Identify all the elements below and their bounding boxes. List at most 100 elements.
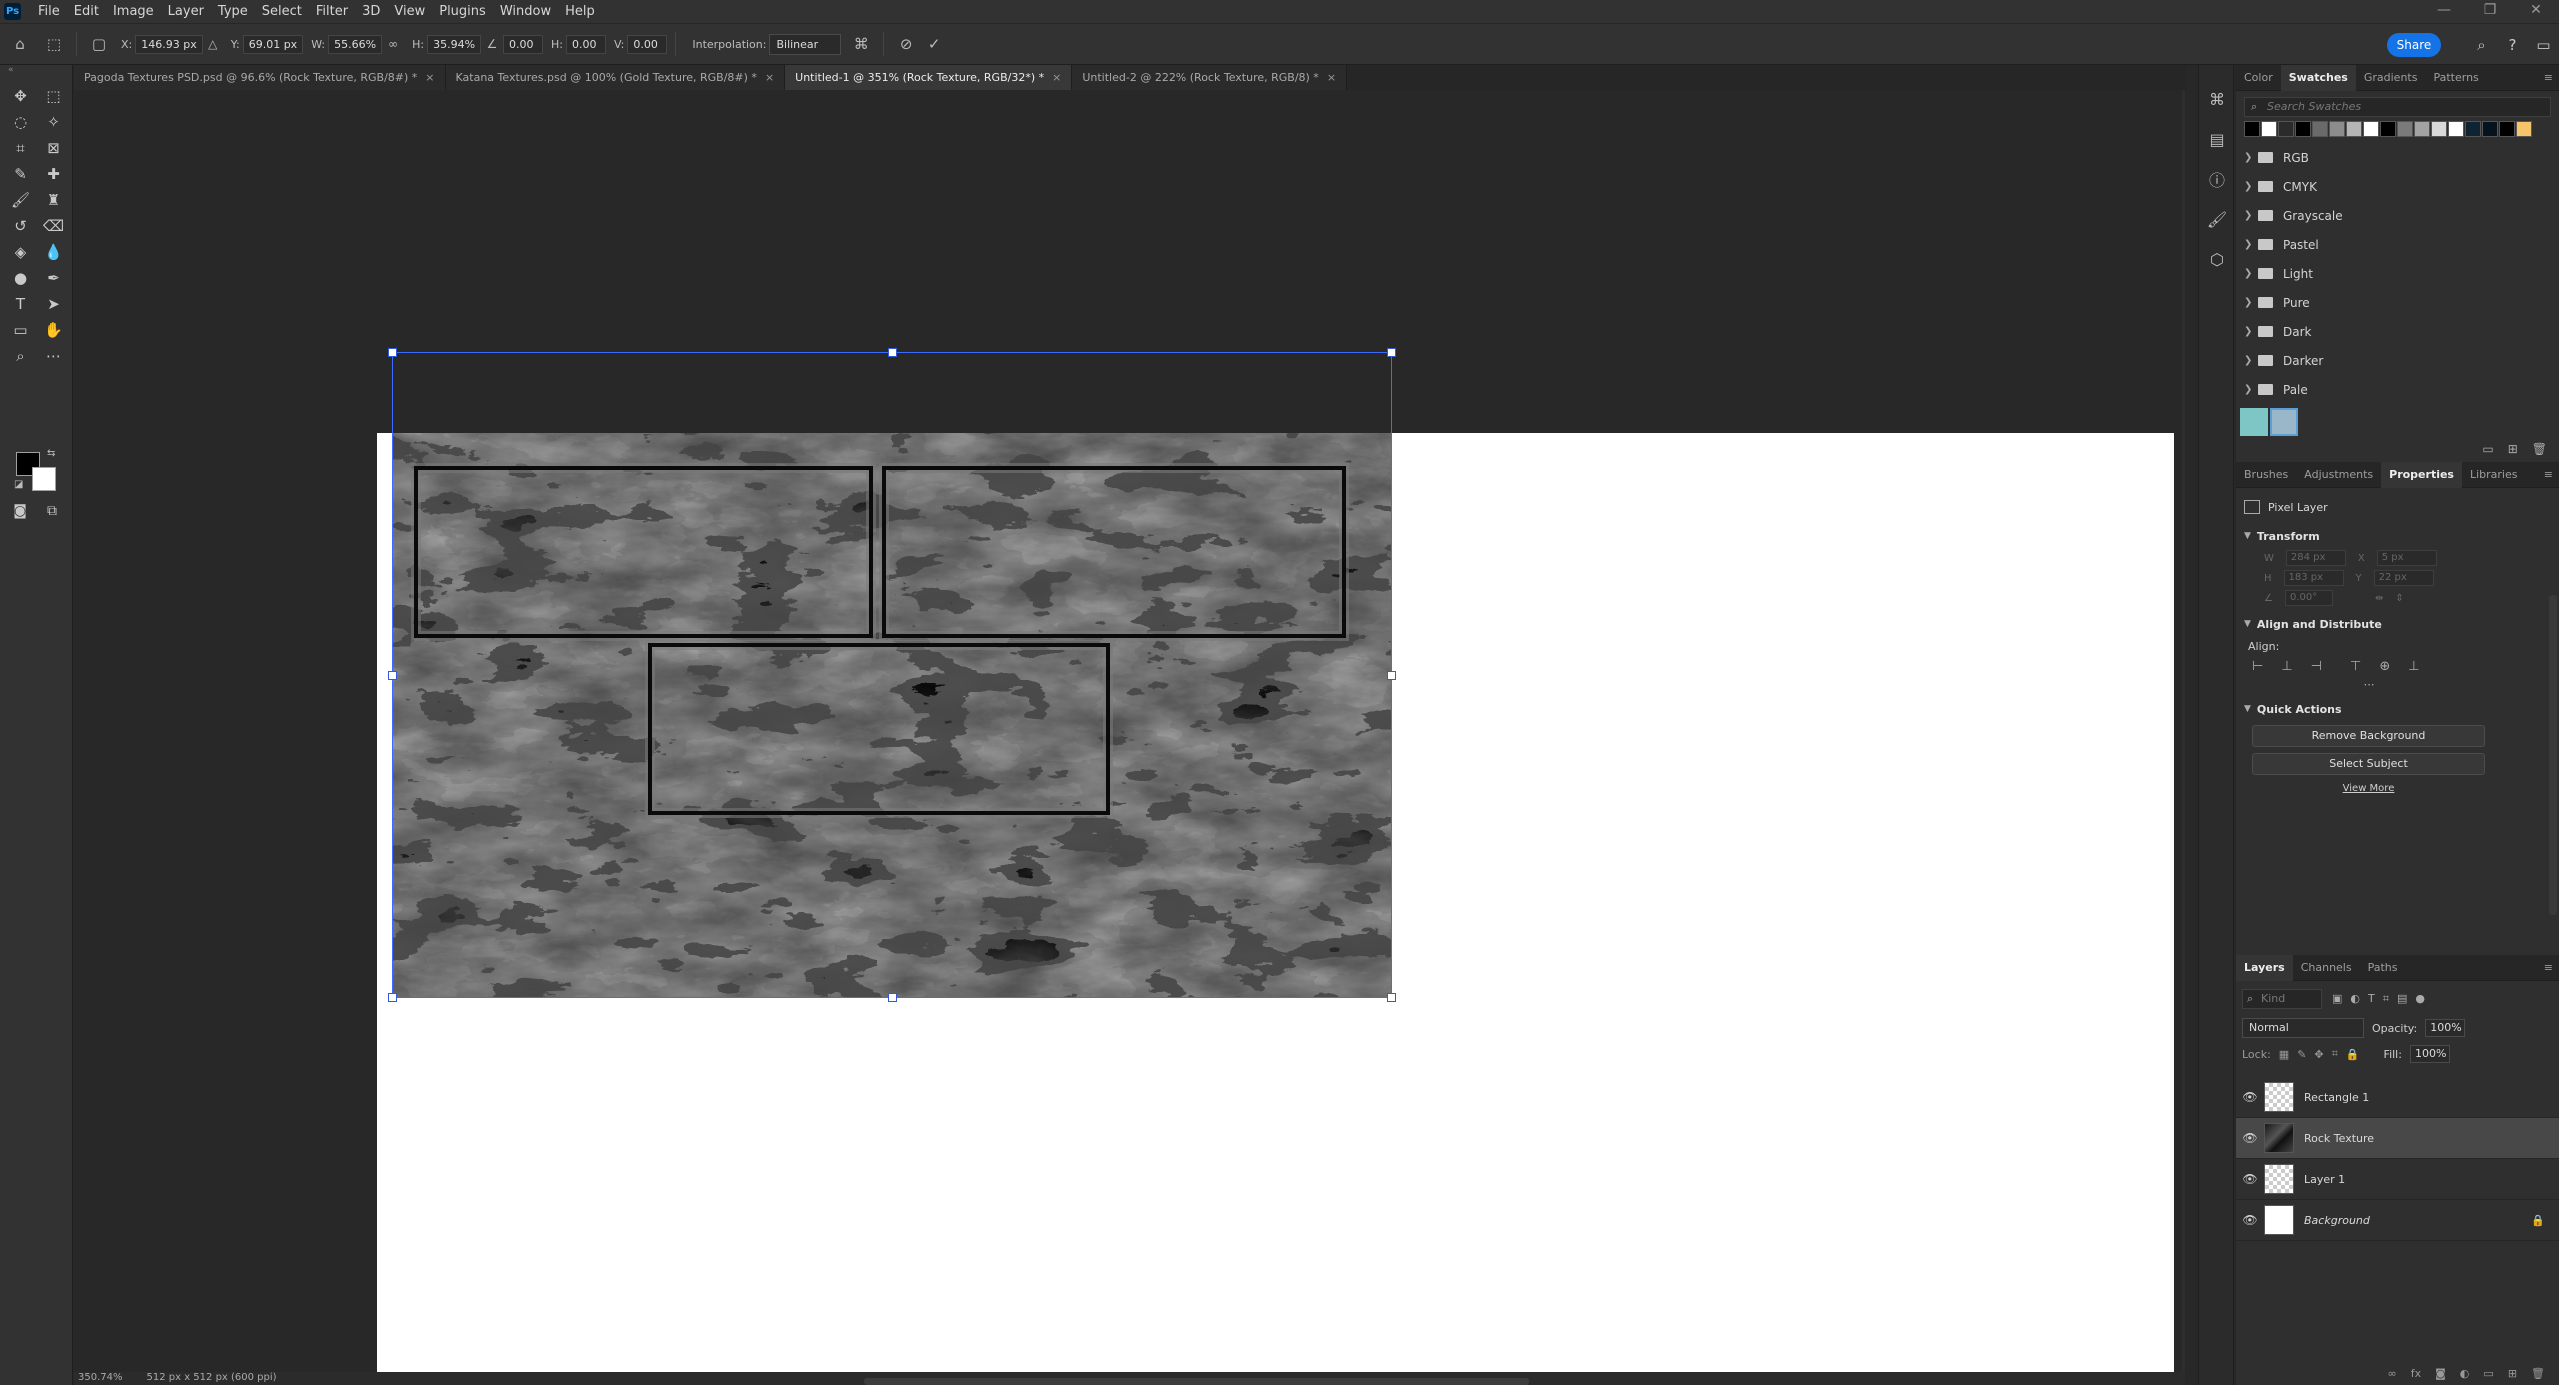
frame-tool-icon[interactable]: ⊠ (37, 135, 70, 161)
filter-toggle-icon[interactable]: ● (2415, 992, 2425, 1006)
tab-katana-textures[interactable]: Katana Textures.psd @ 100% (Gold Texture… (445, 65, 786, 90)
transform-handle-right[interactable] (1387, 671, 1396, 680)
filter-pixel-icon[interactable]: ▣ (2332, 992, 2342, 1006)
delta-icon[interactable]: △ (203, 30, 223, 58)
align-right-icon[interactable]: ⊣ (2311, 659, 2322, 674)
swatch-search-input[interactable]: ⌕ Search Swatches (2244, 97, 2551, 117)
menu-type[interactable]: Type (211, 4, 255, 19)
filter-adjustment-icon[interactable]: ◐ (2350, 992, 2360, 1006)
visibility-eye-icon[interactable]: 👁 (2236, 1090, 2264, 1104)
new-group-icon[interactable]: ▭ (2482, 442, 2493, 456)
default-colors-icon[interactable]: ◪ (14, 479, 23, 490)
panel-menu-icon[interactable]: ≡ (2544, 462, 2553, 488)
fill-field[interactable]: 100% (2409, 1045, 2450, 1063)
y-field[interactable]: 69.01 px (242, 34, 304, 54)
background-color[interactable] (32, 467, 56, 491)
zoom-level[interactable]: 350.74% (78, 1372, 123, 1385)
delete-layer-icon[interactable]: 🗑 (2531, 1367, 2545, 1380)
brush-tool-icon[interactable]: 🖌 (4, 187, 37, 213)
menu-file[interactable]: File (31, 4, 67, 19)
menu-window[interactable]: Window (493, 4, 558, 19)
search-icon[interactable]: ⌕ (2466, 31, 2497, 59)
reference-point-icon[interactable]: ▢ (85, 30, 113, 58)
lock-all-icon[interactable]: 🔒 (2346, 1048, 2360, 1061)
swatch-folder-grayscale[interactable]: ❯ Grayscale (2236, 201, 2559, 230)
workspace-icon[interactable]: ▭ (2528, 31, 2559, 59)
layer-rectangle-1[interactable]: 👁 Rectangle 1 (2236, 1077, 2559, 1118)
tab-swatches[interactable]: Swatches (2280, 64, 2356, 91)
more-tools-icon[interactable]: ⋯ (37, 343, 70, 369)
quick-actions-section[interactable]: ▼ Quick Actions (2244, 699, 2551, 719)
visibility-eye-icon[interactable]: 👁 (2236, 1131, 2264, 1145)
vskew-field[interactable]: 0.00 (627, 34, 668, 54)
swatch-color[interactable] (2397, 121, 2413, 137)
swatch-color[interactable] (2516, 121, 2532, 137)
eyedropper-tool-icon[interactable]: ✎ (4, 161, 37, 187)
close-tab-icon[interactable]: × (765, 71, 774, 84)
menu-help[interactable]: Help (558, 4, 602, 19)
blur-tool-icon[interactable]: 💧 (37, 239, 70, 265)
warp-icon[interactable]: ⌘ (847, 30, 875, 58)
layer-style-icon[interactable]: fx (2411, 1367, 2421, 1380)
tool-preset-icon[interactable]: ⬚ (40, 30, 68, 58)
angle-field[interactable]: 0.00° (2284, 590, 2333, 606)
transform-handle-bottom-left[interactable] (388, 993, 397, 1002)
swatch-folder-darker[interactable]: ❯ Darker (2236, 346, 2559, 375)
transform-handle-bottom[interactable] (888, 993, 897, 1002)
swatch-folder-light[interactable]: ❯ Light (2236, 259, 2559, 288)
3d-panel-icon[interactable]: ⬡ (2199, 239, 2235, 279)
pen-tool-icon[interactable]: ✒ (37, 265, 70, 291)
new-group-icon[interactable]: ▭ (2483, 1367, 2493, 1380)
visibility-eye-icon[interactable]: 👁 (2236, 1213, 2264, 1227)
adjustment-layer-icon[interactable]: ◐ (2460, 1367, 2470, 1380)
panel-menu-icon[interactable]: ≡ (2544, 65, 2553, 91)
swatch-color[interactable] (2482, 121, 2498, 137)
crop-tool-icon[interactable]: ⌗ (4, 135, 37, 161)
swatch-folder-rgb[interactable]: ❯ RGB (2236, 143, 2559, 172)
tab-pagoda-textures[interactable]: Pagoda Textures PSD.psd @ 96.6% (Rock Te… (74, 65, 446, 90)
flip-vertical-icon[interactable]: ⇕ (2395, 593, 2403, 604)
hskew-field[interactable]: 0.00 (566, 34, 607, 54)
history-brush-tool-icon[interactable]: ↺ (4, 213, 37, 239)
menu-filter[interactable]: Filter (309, 4, 355, 19)
swatch-color[interactable] (2261, 121, 2277, 137)
transform-handle-bottom-right[interactable] (1387, 993, 1396, 1002)
tab-properties[interactable]: Properties (2381, 461, 2462, 488)
screen-mode-icon[interactable]: ⧉ (40, 500, 64, 522)
blend-mode-select[interactable]: Normal (2242, 1018, 2364, 1038)
stamp-tool-icon[interactable]: ♜ (37, 187, 70, 213)
recent-swatch-1[interactable] (2240, 408, 2268, 436)
menu-3d[interactable]: 3D (355, 4, 387, 19)
restore-icon[interactable]: ❐ (2467, 0, 2513, 23)
swatch-color[interactable] (2278, 121, 2294, 137)
interpolation-select[interactable]: Bilinear (769, 33, 842, 55)
zoom-tool-icon[interactable]: ⌕ (4, 343, 37, 369)
w-field[interactable]: 284 px (2285, 550, 2346, 566)
transform-handle-top-right[interactable] (1387, 348, 1396, 357)
help-icon[interactable]: ? (2497, 31, 2528, 59)
height-field[interactable]: 35.94% (427, 34, 482, 54)
panel-menu-icon[interactable]: ≡ (2544, 955, 2553, 981)
history-panel-icon[interactable]: ⌘ (2199, 79, 2235, 119)
add-mask-icon[interactable]: ◙ (2435, 1367, 2446, 1380)
tab-untitled-1[interactable]: Untitled-1 @ 351% (Rock Texture, RGB/32*… (785, 65, 1073, 90)
layer-rock-texture[interactable]: 👁 Rock Texture (2236, 1118, 2559, 1159)
align-left-icon[interactable]: ⊢ (2252, 659, 2263, 674)
swatch-color[interactable] (2312, 121, 2328, 137)
filter-type-icon[interactable]: T (2368, 992, 2375, 1006)
transform-section[interactable]: ▼ Transform (2244, 526, 2551, 546)
close-window-icon[interactable]: ✕ (2513, 0, 2559, 23)
layer-background[interactable]: 👁 Background 🔒 (2236, 1200, 2559, 1241)
more-options-icon[interactable]: ⋯ (2244, 678, 2494, 691)
menu-plugins[interactable]: Plugins (432, 4, 493, 19)
tab-paths[interactable]: Paths (2360, 955, 2406, 981)
cancel-transform-icon[interactable]: ⊘ (892, 30, 920, 58)
lock-artboard-icon[interactable]: ⌗ (2332, 1047, 2338, 1061)
swatch-folder-pale[interactable]: ❯ Pale (2236, 375, 2559, 404)
tab-patterns[interactable]: Patterns (2425, 65, 2486, 91)
share-button[interactable]: Share (2387, 33, 2441, 57)
tab-layers[interactable]: Layers (2236, 954, 2293, 981)
align-top-icon[interactable]: ⊤ (2350, 659, 2361, 674)
align-center-h-icon[interactable]: ⊥ (2281, 659, 2292, 674)
info-panel-icon[interactable]: ⓘ (2199, 159, 2235, 199)
